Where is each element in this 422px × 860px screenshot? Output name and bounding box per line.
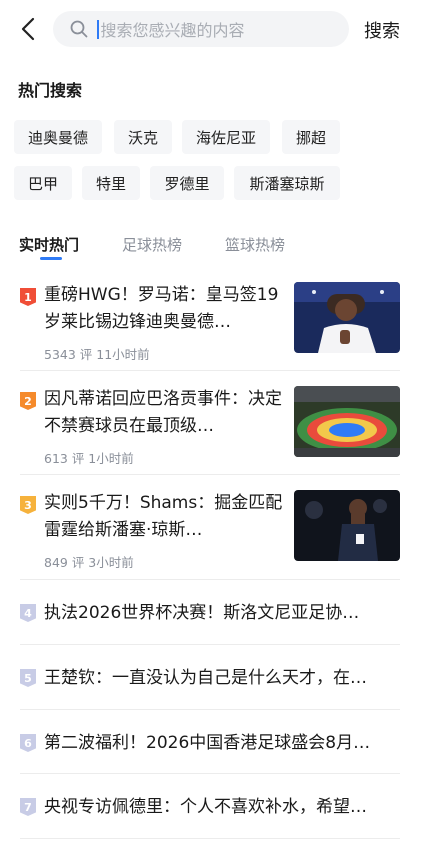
news-thumbnail <box>294 282 400 353</box>
tab-basketball-ranking[interactable]: 篮球热榜 <box>225 234 285 255</box>
hot-search-chip[interactable]: 特里 <box>82 166 140 200</box>
news-item[interactable]: 5 王楚钦：一直没认为自己是什么天才，在… <box>20 665 410 693</box>
search-icon <box>70 20 88 38</box>
rank-badge-2: 2 <box>20 392 36 410</box>
hot-search-chip[interactable]: 海佐尼亚 <box>182 120 270 154</box>
hot-search-chip[interactable]: 巴甲 <box>14 166 72 200</box>
chevron-left-icon <box>21 17 35 41</box>
news-title: 因凡蒂诺回应巴洛贡事件：决定不禁赛球员在最顶级… <box>44 389 282 436</box>
hot-search-chip[interactable]: 挪超 <box>282 120 340 154</box>
search-button[interactable]: 搜索 <box>364 17 400 43</box>
news-item[interactable]: 4 执法2026世界杯决赛！斯洛文尼亚足协… <box>20 600 410 628</box>
news-title: 王楚钦：一直没认为自己是什么天才，在… <box>44 668 367 688</box>
search-input[interactable]: 搜索您感兴趣的内容 <box>53 11 349 47</box>
divider <box>20 370 400 371</box>
divider <box>20 644 400 645</box>
news-thumbnail <box>294 490 400 561</box>
hot-search-chip[interactable]: 斯潘塞琼斯 <box>234 166 340 200</box>
news-meta: 613 评 1小时前 <box>44 451 134 466</box>
top-bar: 搜索您感兴趣的内容 搜索 <box>0 0 422 58</box>
news-title: 第二波福利！2026中国香港足球盛会8月… <box>44 733 371 753</box>
divider <box>20 838 400 839</box>
news-meta: 5343 评 11小时前 <box>44 347 150 362</box>
rank-badge-3: 3 <box>20 496 36 514</box>
divider <box>20 474 400 475</box>
back-button[interactable] <box>14 14 42 44</box>
text-cursor <box>97 19 99 39</box>
news-item[interactable]: 7 央视专访佩德里：个人不喜欢补水，希望… <box>20 794 410 822</box>
divider <box>20 709 400 710</box>
hot-search-chip[interactable]: 罗德里 <box>150 166 224 200</box>
ranking-tabs: 实时热门 足球热榜 篮球热榜 <box>0 228 422 264</box>
news-title: 执法2026世界杯决赛！斯洛文尼亚足协… <box>44 603 360 623</box>
hot-search-chip[interactable]: 沃克 <box>114 120 172 154</box>
tab-realtime-hot[interactable]: 实时热门 <box>19 234 79 255</box>
divider <box>20 773 400 774</box>
rank-badge-6: 6 <box>20 734 36 752</box>
news-title: 央视专访佩德里：个人不喜欢补水，希望… <box>44 797 367 817</box>
news-title: 实则5千万！Shams：掘金匹配雷霆给斯潘塞·琼斯… <box>44 493 283 540</box>
rank-badge-5: 5 <box>20 669 36 687</box>
hot-search-chip[interactable]: 迪奥曼德 <box>14 120 102 154</box>
hot-search-title: 热门搜索 <box>18 81 83 100</box>
news-item[interactable]: 6 第二波福利！2026中国香港足球盛会8月… <box>20 730 410 758</box>
news-thumbnail <box>294 386 400 457</box>
rank-badge-1: 1 <box>20 288 36 306</box>
rank-badge-7: 7 <box>20 798 36 816</box>
tab-football-ranking[interactable]: 足球热榜 <box>122 234 182 255</box>
news-item[interactable]: 2 因凡蒂诺回应巴洛贡事件：决定不禁赛球员在最顶级… 613 评 1小时前 <box>20 386 400 466</box>
news-meta: 849 评 3小时前 <box>44 555 134 570</box>
active-tab-indicator <box>40 257 62 260</box>
news-item[interactable]: 1 重磅HWG！罗马诺：皇马签19岁莱比锡边锋迪奥曼德… 5343 评 11小时… <box>20 282 400 362</box>
rank-badge-4: 4 <box>20 604 36 622</box>
news-title: 重磅HWG！罗马诺：皇马签19岁莱比锡边锋迪奥曼德… <box>44 285 279 332</box>
news-item[interactable]: 3 实则5千万！Shams：掘金匹配雷霆给斯潘塞·琼斯… 849 评 3小时前 <box>20 490 400 570</box>
divider <box>20 579 400 580</box>
search-placeholder: 搜索您感兴趣的内容 <box>100 21 245 40</box>
